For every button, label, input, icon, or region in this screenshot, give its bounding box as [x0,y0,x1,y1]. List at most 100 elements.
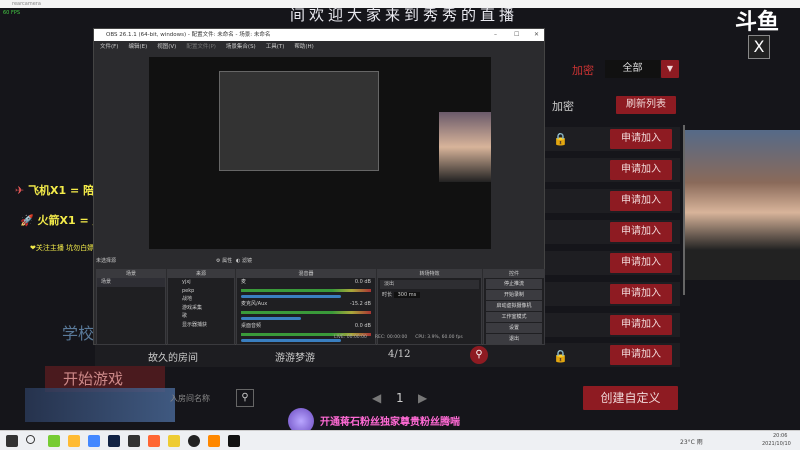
no-source-label: 未选择源 [96,258,117,264]
status-bar: LIVE: 00:00:00 REC: 00:00:00 CPU: 3.9%, … [334,335,463,340]
control-button[interactable]: 设置 [486,323,542,333]
app-icon[interactable] [48,435,60,447]
weather[interactable]: 23°C 雨 [680,437,703,446]
control-button[interactable]: 停止推流 [486,279,542,289]
volume-slider[interactable] [241,338,341,342]
filters-label: 滤镜 [241,258,252,264]
maximize-icon[interactable]: ☐ [514,29,519,41]
search-icon[interactable]: ⚲ [236,389,254,407]
steam-icon[interactable] [108,435,120,447]
join-button[interactable]: 申请加入 [610,253,672,273]
source-item[interactable]: 战地 [168,295,234,304]
properties-button[interactable]: ⚙ 属性 [216,257,232,264]
app-icon[interactable] [228,435,240,447]
preview-webcam [439,112,491,182]
source-item[interactable]: yjxj [168,278,234,287]
lock-icon: 🔒 [553,132,568,146]
next-page-icon[interactable]: ▶ [418,391,427,405]
streamer-avatar-badge [25,388,175,422]
close-icon[interactable]: ✕ [534,29,539,41]
menu-item[interactable]: 文件(F) [100,41,118,53]
control-button[interactable]: 工作室模式 [486,312,542,322]
source-item[interactable]: 游戏采集 [168,304,234,313]
webcam-feed [683,130,800,280]
chevron-down-icon[interactable]: ▼ [661,60,679,78]
menu-item[interactable]: 配置文件(P) [186,41,216,53]
join-button[interactable]: 申请加入 [610,160,672,180]
prev-page-icon[interactable]: ◀ [372,391,381,405]
menu-item[interactable]: 帮助(H) [294,41,313,53]
duration-label: 时长 [382,291,393,298]
control-button[interactable]: 开始录制 [486,290,542,300]
taskbar: 23°C 雨 20:06 2021/10/10 [0,430,800,450]
search-icon[interactable]: ⚲ [470,346,488,364]
join-button[interactable]: 申请加入 [610,345,672,365]
controls-header: 控件 [484,270,544,278]
channel-db: 0.0 dB [354,323,371,329]
filter-dropdown[interactable]: 全部 [605,60,660,78]
join-button[interactable]: 申请加入 [610,129,672,149]
channel-db: 0.0 dB [354,279,371,285]
page-number: 1 [396,391,404,405]
folder-icon[interactable] [68,435,80,447]
channel-db: -15.2 dB [349,301,371,307]
room-search-input[interactable]: 入房间名称 [170,393,210,404]
app-icon[interactable] [168,435,180,447]
filters-button[interactable]: ◐ 滤镜 [236,257,252,264]
scenes-header: 场景 [97,270,165,278]
start-icon[interactable] [6,435,18,447]
join-button[interactable]: 申请加入 [610,222,672,242]
obs-preview[interactable] [149,57,491,249]
source-item[interactable]: pekp [168,287,234,296]
menu-item[interactable]: 场景集合(S) [226,41,256,53]
scenes-panel: 场景 场景 [96,269,166,345]
school-text: 学校 [62,324,95,343]
menu-item[interactable]: 编辑(E) [128,41,147,53]
mixer-channel: 麦 0.0 dB [237,278,375,300]
obs-menu-bar: 文件(F) 编辑(E) 视图(V) 配置文件(P) 场景集合(S) 工具(T) 帮助(H) [94,41,544,53]
obs-icon[interactable] [188,435,200,447]
clock-date[interactable]: 2021/10/10 [762,441,791,447]
search-icon[interactable] [26,435,35,444]
source-item[interactable]: 显示器捕获 [168,321,234,330]
encrypt-column-header: 加密 [552,100,574,113]
volume-slider[interactable] [241,316,301,320]
mixer-header: 混音器 [237,270,375,278]
duration-input[interactable]: 300 ms [393,291,421,298]
lock-icon: 🔒 [553,349,568,363]
rocket-icon: 🚀 [20,214,34,227]
mixer-channel: 麦克风/Aux -15.2 dB [237,300,375,322]
scene-item[interactable]: 场景 [97,278,165,287]
room-players: 4/12 [388,349,411,360]
scrollbar[interactable] [683,125,685,295]
mixer-channel: 桌面音频 0.0 dB [237,322,375,344]
volume-slider[interactable] [241,294,341,298]
app-icon[interactable] [128,435,140,447]
filter-label: 加密 [572,64,594,77]
transition-select[interactable]: 淡出 [380,280,479,289]
obs-window: OBS 26.1.1 (64-bit, windows) - 配置文件: 未命名… [93,28,545,345]
app-icon[interactable] [148,435,160,447]
live-time: LIVE: 00:00:00 [334,335,367,340]
menu-item[interactable]: 工具(T) [266,41,285,53]
app-icon[interactable] [208,435,220,447]
close-button[interactable]: X [748,35,770,59]
source-item[interactable]: 歌 [168,312,234,321]
join-button[interactable]: 申请加入 [610,191,672,211]
transitions-panel: 转场特效 淡出 时长 300 ms [377,269,482,345]
create-custom-button[interactable]: 创建自定义 [583,386,678,410]
control-button[interactable]: 退出 [486,334,542,344]
clock-time[interactable]: 20:06 [773,433,787,439]
obs-title-bar: OBS 26.1.1 (64-bit, windows) - 配置文件: 未命名… [94,29,544,41]
minimize-icon[interactable]: – [494,29,497,41]
control-button[interactable]: 启动虚拟摄像机 [486,301,542,311]
volume-meter [241,310,371,314]
duration-row: 时长 300 ms [378,291,481,300]
fan-banner: 开通蒋石粉丝独家尊贵粉丝腾喘 [320,417,460,428]
join-button[interactable]: 申请加入 [610,315,672,335]
refresh-list-button[interactable]: 刷新列表 [616,96,676,114]
room-name: 故久的房间 [148,353,198,364]
join-button[interactable]: 申请加入 [610,284,672,304]
app-icon[interactable] [88,435,100,447]
menu-item[interactable]: 视图(V) [157,41,176,53]
